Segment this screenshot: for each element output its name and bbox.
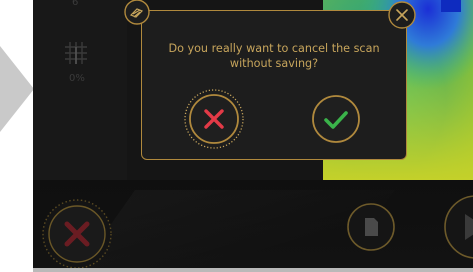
dialog-message-line1: Do you really want to cancel the scan <box>168 42 380 55</box>
brush-icon <box>124 0 150 25</box>
grid-icon <box>65 42 87 64</box>
status-column: 6 0% <box>33 0 127 180</box>
top-status-value: 6 <box>72 0 79 8</box>
dialog-yes-button[interactable] <box>311 94 361 144</box>
device-screen: 6 0% Do you really want to cancel the sc… <box>33 0 473 268</box>
dialog-message-line2: without saving? <box>229 57 319 70</box>
bottom-toolbar <box>33 180 473 268</box>
dialog-message: Do you really want to cancel the scan wi… <box>142 41 406 71</box>
save-to-card-button[interactable] <box>346 202 396 252</box>
cancel-scan-button[interactable] <box>41 198 113 268</box>
sd-card-icon <box>365 218 378 236</box>
next-button[interactable] <box>441 192 473 262</box>
coverage-percentage: 0% <box>69 73 85 84</box>
device-frame-edge <box>33 268 473 272</box>
close-icon[interactable] <box>387 0 417 30</box>
previous-chevron-icon[interactable] <box>0 46 34 132</box>
dialog-no-button[interactable] <box>183 88 245 150</box>
cancel-scan-dialog: Do you really want to cancel the scan wi… <box>141 10 407 160</box>
